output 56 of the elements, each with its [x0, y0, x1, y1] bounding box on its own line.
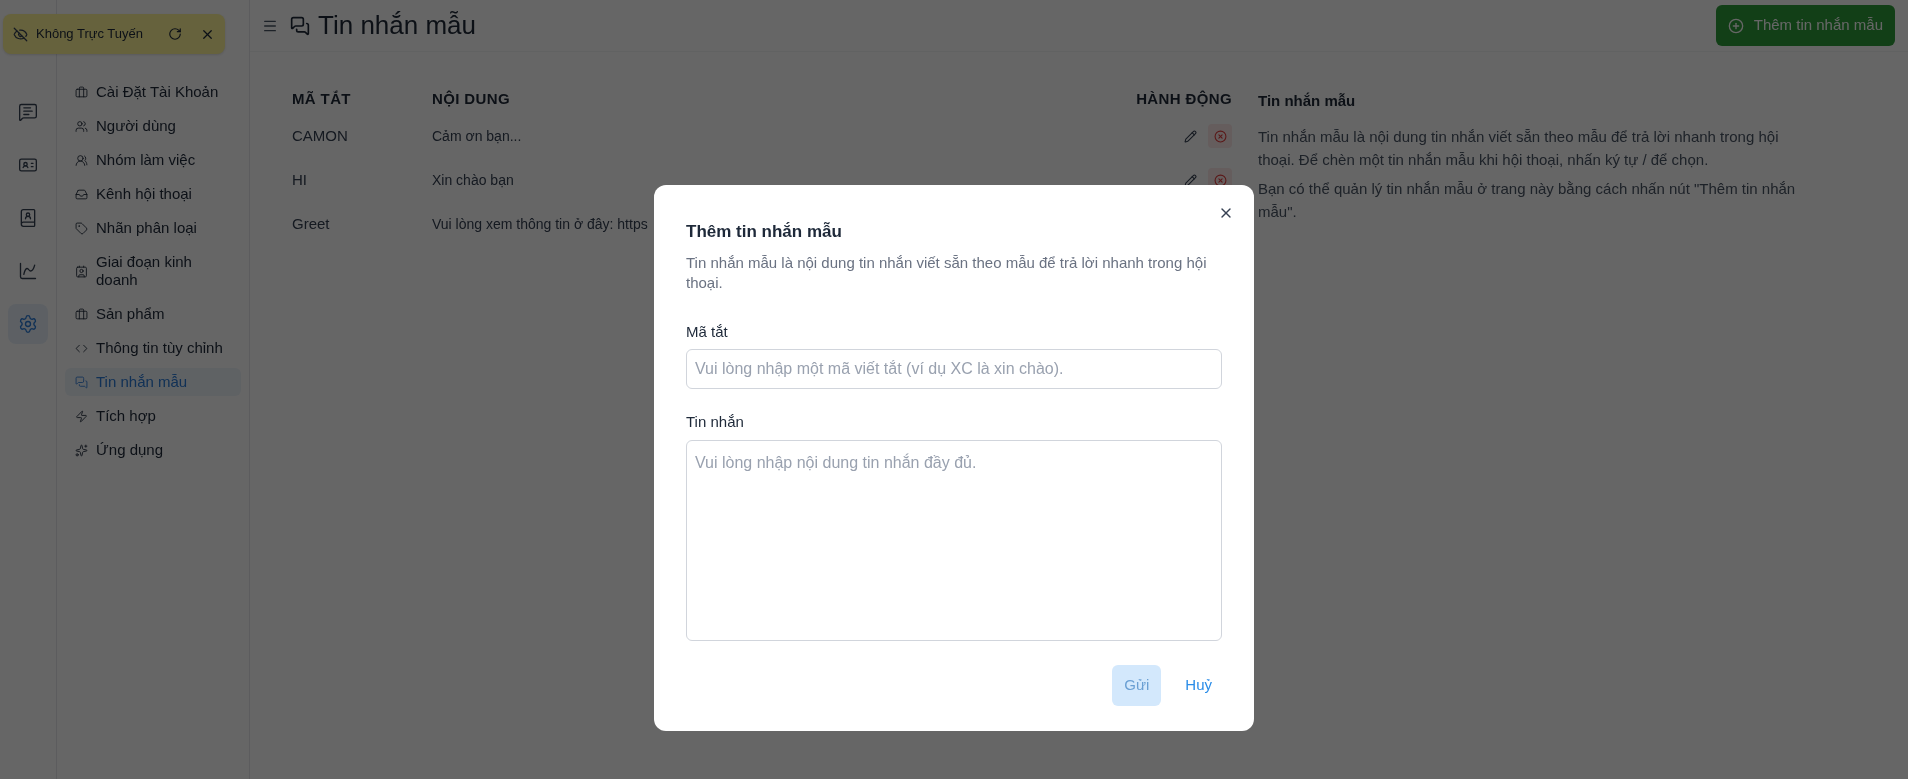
eye-off-icon [13, 26, 28, 42]
page-title: Tin nhắn mẫu [318, 9, 477, 42]
table-cell-text: Greet [292, 213, 331, 234]
column-header: HÀNH ĐỘNG [1136, 88, 1232, 109]
help-title: Tin nhắn mẫu [1258, 91, 1357, 111]
cancel-button[interactable]: Huỷ [1175, 665, 1222, 705]
delete-icon [1213, 173, 1227, 187]
reload-icon[interactable] [168, 27, 182, 41]
pencil-icon [1183, 173, 1197, 187]
help-paragraph: Tin nhắn mẫu là nội dung tin nhắn viết sẵn theo mẫu để trả lời nhanh trong hội thoại. Để chèn một tin nhắn mẫu khi hội thoại, nhấn ký tự / để chọn. [1258, 126, 1780, 170]
modal-description: Tin nhắn mẫu là nội dung tin nhắn viết sẵn theo mẫu để trả lời nhanh trong hội thoại. [686, 252, 1208, 293]
message-field[interactable]: Vui lòng nhập nội dung tin nhắn đầy đủ. [686, 439, 1222, 641]
shortcut-field[interactable]: Vui lòng nhập một mã viết tắt (ví dụ XC là xin chào). [686, 349, 1222, 389]
delete-icon [1213, 129, 1227, 143]
sidebar-item[interactable]: Người dùng [65, 112, 241, 140]
table-cell-text: CAMON [292, 125, 349, 146]
field-label: Mã tắt [686, 321, 729, 342]
sidebar-item[interactable]: Sản phẩm [65, 300, 241, 328]
sidebar-item[interactable]: Giai đoạn kinh doanh [65, 248, 241, 294]
sidebar-item[interactable]: Nhóm làm việc [65, 146, 241, 174]
add-icon [1727, 17, 1744, 34]
tag-icon [75, 221, 88, 235]
modal-title: Thêm tin nhắn mẫu [686, 221, 843, 243]
pencil-icon [1183, 129, 1197, 143]
group-icon [75, 153, 88, 167]
sidebar-item[interactable]: Tin nhắn mẫu [65, 368, 241, 396]
chat-icon [18, 102, 38, 122]
contact-book-icon [18, 208, 38, 228]
sidebar-item[interactable]: Cài Đặt Tài Khoản [65, 78, 241, 106]
column-header: NỘI DUNG [432, 88, 511, 109]
sidebar-item[interactable]: Nhãn phân loại [65, 214, 241, 242]
sidebar-item[interactable]: Thông tin tùy chỉnh [65, 334, 241, 362]
users-icon [75, 119, 88, 133]
sidebar-item[interactable]: Tích hợp [65, 402, 241, 430]
card-icon [75, 264, 88, 278]
chart-icon [18, 261, 38, 281]
field-label: Tin nhắn [686, 412, 745, 432]
table-cell-text: Cảm ơn bạn... [432, 126, 522, 146]
sidebar-item[interactable]: Kênh hội thoại [65, 180, 241, 208]
briefcase-icon [75, 307, 88, 321]
add-template-button[interactable]: Thêm tin nhắn mẫu [1715, 5, 1895, 46]
toast-text: Không Trực Tuyến [36, 25, 143, 44]
inbox-icon [75, 187, 88, 201]
sidebar-item[interactable]: Ứng dụng [65, 436, 241, 464]
table-cell-text: Vui lòng xem thông tin ở đây: https [432, 214, 648, 234]
table-cell-text: HI [292, 169, 308, 190]
bolt-icon [75, 409, 88, 423]
column-header: MÃ TẮT [292, 88, 352, 109]
messages-icon [290, 15, 310, 36]
briefcase-icon [75, 85, 88, 99]
settings-icon [18, 314, 38, 334]
sparkle-icon [75, 443, 88, 457]
messages-icon [75, 375, 88, 389]
table-cell-text: Xin chào bạn [432, 170, 514, 190]
help-paragraph: Bạn có thể quản lý tin nhắn mẫu ở trang này bằng cách nhấn nút "Thêm tin nhắn mẫu". [1258, 178, 1797, 222]
rail-button[interactable] [8, 304, 48, 344]
